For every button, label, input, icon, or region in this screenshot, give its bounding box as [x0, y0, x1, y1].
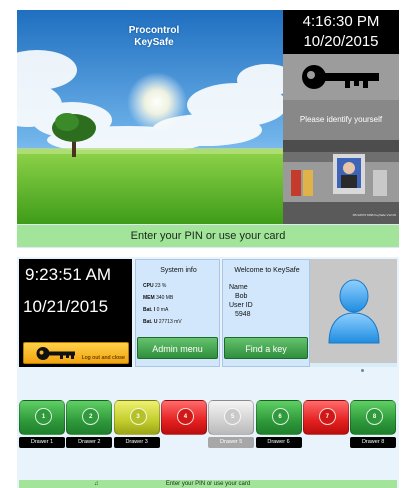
drawer-knob: 5: [208, 400, 255, 435]
person-avatar-icon: [328, 279, 380, 344]
drawer-knob: 8: [350, 400, 397, 435]
drawer-knob: 3: [113, 400, 160, 435]
find-key-button[interactable]: Find a key: [224, 337, 308, 359]
logout-button[interactable]: Log out and close: [23, 342, 129, 364]
brand-title: Procontrol KeySafe: [109, 25, 199, 49]
stat-bat-i: Bat. I 0 mA: [143, 307, 169, 313]
stat-bat-u: Bat. U 27713 mV: [143, 319, 182, 325]
name-value: Bob: [235, 293, 248, 300]
pin-prompt-bar[interactable]: ♫ Enter your PIN or use your card: [19, 480, 397, 488]
drawer-1-button[interactable]: 1 Drawer 1: [19, 400, 66, 452]
key-panel: [283, 54, 399, 100]
drawer-number: 7: [318, 408, 336, 425]
clock-panel: 4:16:30 PM 10/20/2015: [283, 10, 399, 54]
drawer-label: Drawer 8: [350, 437, 397, 448]
page-indicator: [361, 369, 364, 372]
card-icon: ♫: [94, 481, 99, 487]
dashboard-screen: 9:23:51 AM 10/21/2015 Log out and close …: [17, 257, 399, 488]
drawer-knob: 7: [302, 400, 349, 435]
drawer-knob: 1: [19, 400, 65, 435]
drawer-number: 3: [129, 408, 147, 425]
drawer-label: Drawer 6: [255, 437, 302, 448]
brand-line-2: KeySafe: [134, 37, 174, 48]
drawer-knob: 4: [160, 400, 207, 435]
drawer-3-button[interactable]: 3 Drawer 3: [113, 400, 161, 452]
stat-cpu: CPU 23 %: [143, 283, 167, 289]
welcome-title: Welcome to KeySafe: [234, 267, 300, 274]
drawer-4-button[interactable]: 4: [160, 400, 208, 452]
drawer-number: 2: [82, 408, 100, 425]
clock-date: 10/20/2015: [303, 33, 379, 50]
drawer-2-button[interactable]: 2 Drawer 2: [66, 400, 113, 452]
drawer-8-button[interactable]: 8 Drawer 8: [350, 400, 397, 452]
identify-prompt: Please identify yourself: [283, 100, 399, 140]
pin-prompt-bar[interactable]: Enter your PIN or use your card: [17, 225, 399, 247]
key-icon: [36, 347, 75, 360]
clock-panel: 9:23:51 AM 10/21/2015 Log out and close: [19, 259, 132, 367]
user-avatar-panel: [310, 259, 397, 367]
drawer-number: 5: [224, 408, 242, 425]
stat-mem: MEM 340 MB: [143, 295, 174, 301]
drawer-number: 4: [176, 408, 194, 425]
camera-feed: XB-S2570 MSB KeySafe V12.00: [283, 140, 399, 224]
userid-label: User ID: [229, 302, 253, 309]
admin-menu-button[interactable]: Admin menu: [137, 337, 218, 359]
brand-line-1: Procontrol: [128, 25, 180, 36]
drawer-knob: 6: [255, 400, 302, 435]
drawer-number: 6: [271, 408, 289, 425]
drawer-5-button[interactable]: 5 Drawer 5: [208, 400, 255, 452]
userid-value: 5948: [235, 311, 251, 318]
clock-date: 10/21/2015: [23, 297, 109, 316]
drawer-7-button[interactable]: 7: [302, 400, 350, 452]
clock-time: 4:16:30 PM: [302, 13, 380, 30]
drawer-knob: 2: [66, 400, 113, 435]
drawer-number: 8: [366, 408, 384, 425]
logout-label: Log out and close: [81, 355, 125, 361]
system-info-title: System info: [160, 267, 197, 274]
drawer-6-button[interactable]: 6 Drawer 6: [255, 400, 303, 452]
pin-prompt-text: Enter your PIN or use your card: [165, 481, 251, 487]
drawer-label: Drawer 2: [66, 437, 113, 448]
drawer-label: Drawer 5: [208, 437, 255, 448]
login-screen: Procontrol KeySafe 4:16:30 PM 10/20/2015…: [17, 10, 399, 248]
drawer-number: 1: [35, 408, 52, 425]
drawer-label: Drawer 3: [113, 437, 160, 448]
name-label: Name: [229, 284, 248, 291]
key-icon: [302, 65, 379, 89]
clock-time: 9:23:51 AM: [25, 265, 112, 284]
drawer-label: Drawer 1: [19, 437, 65, 448]
camera-caption: XB-S2570 MSB KeySafe V12.00: [352, 213, 396, 217]
